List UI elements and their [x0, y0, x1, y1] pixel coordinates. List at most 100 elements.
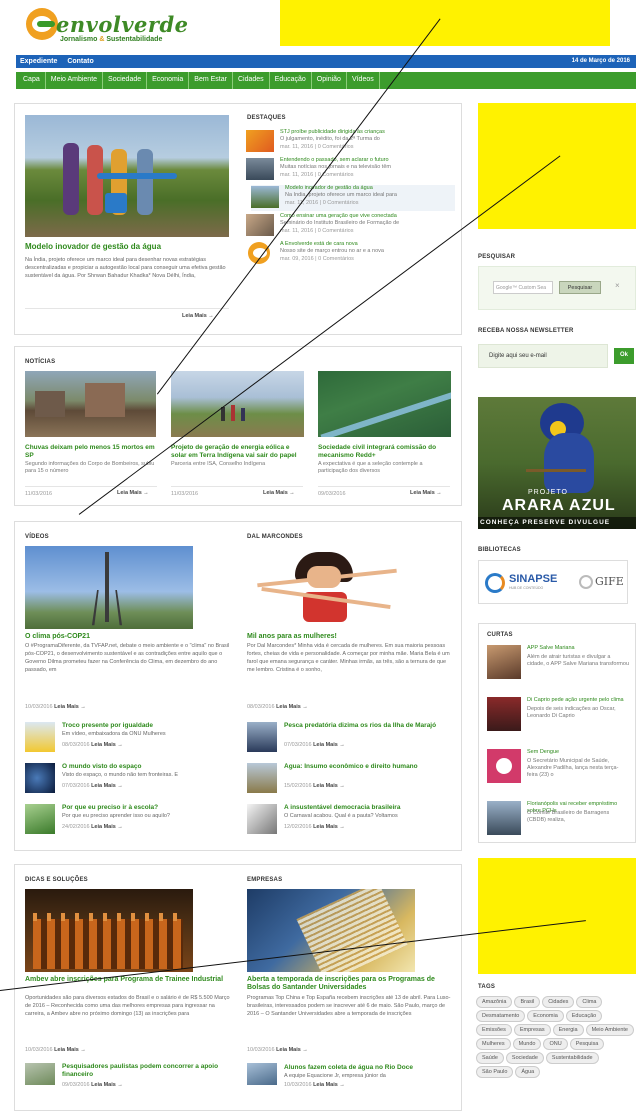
noticia-title[interactable]: Chuvas deixam pelo menos 15 mortos em SP	[25, 444, 157, 460]
empresas-main-image[interactable]	[247, 889, 415, 972]
tag-button[interactable]: Clima	[576, 996, 603, 1008]
tag-button[interactable]: Desmatamento	[476, 1010, 526, 1022]
noticia-read-more[interactable]: Leia Mais →	[410, 490, 442, 496]
videos-item-title[interactable]: Por que eu preciso ir à escola?	[62, 804, 234, 812]
curta-title[interactable]: APP Salve Mariana	[527, 645, 629, 652]
curta-thumb[interactable]	[487, 645, 521, 679]
tag-button[interactable]: Mundo	[512, 1038, 542, 1050]
curta-title[interactable]: Sem Dengue	[527, 749, 629, 756]
search-button[interactable]: Pesquisar	[559, 281, 601, 294]
destaque-thumb[interactable]	[246, 158, 274, 180]
tag-button[interactable]: Brasil	[514, 996, 541, 1008]
tag-button[interactable]: Água	[515, 1066, 541, 1078]
tag-button[interactable]: Energia	[552, 1024, 584, 1036]
empresas-main-date: 10/03/2016 Leia Mais →	[247, 1047, 308, 1053]
destaque-thumb[interactable]	[246, 130, 274, 152]
sidebar-ad-top[interactable]	[478, 103, 636, 229]
noticia-read-more[interactable]: Leia Mais →	[117, 490, 149, 496]
noticia-read-more[interactable]: Leia Mais →	[263, 490, 295, 496]
sinapse-logo[interactable]: SINAPSE	[509, 573, 557, 585]
destaque-thumb[interactable]	[251, 186, 279, 208]
nav-item-bem-estar[interactable]: Bem Estar	[189, 72, 233, 89]
dal-main-title[interactable]: Mil anos para as mulheres!	[247, 632, 337, 641]
videos-item-thumb[interactable]	[25, 763, 55, 793]
destaque-item[interactable]: Entendendo o passado, sem aclarar o futu…	[246, 157, 452, 183]
dal-item-title[interactable]: Água: Insumo econômico e direito humano	[284, 763, 456, 771]
noticia-image[interactable]	[318, 371, 451, 437]
dal-item-title[interactable]: Pesca predatória dizima os rios da Ilha …	[284, 722, 456, 730]
tag-button[interactable]: Cidades	[542, 996, 575, 1008]
empresas-main-title[interactable]: Aberta a temporada de inscrições para os…	[247, 976, 455, 992]
featured-read-more[interactable]: Leia Mais →	[182, 313, 214, 319]
site-logo[interactable]: envolverde Jornalismo & Sustentabilidade	[22, 6, 212, 48]
featured-image[interactable]	[25, 115, 229, 237]
destaque-title[interactable]: Como ensinar uma geração que vive conect…	[280, 213, 452, 220]
destaque-item[interactable]: Modelo inovador de gestão da água Na Índi…	[251, 185, 455, 211]
featured-title[interactable]: Modelo inovador de gestão da água	[25, 242, 235, 251]
dicas-item-thumb[interactable]	[25, 1063, 55, 1085]
videos-item-thumb[interactable]	[25, 722, 55, 752]
nav-item-educacao[interactable]: Educação	[270, 72, 312, 89]
destaque-title[interactable]: A Envolverde está de cara nova	[280, 241, 452, 248]
dicas-item-title[interactable]: Pesquisadores paulistas podem concorrer …	[62, 1063, 230, 1079]
search-input[interactable]: Google™ Custom Sea	[493, 281, 553, 294]
videos-item-title[interactable]: Troco presente por igualdade	[62, 722, 234, 730]
nav-item-videos[interactable]: Vídeos	[347, 72, 380, 89]
tag-button[interactable]: São Paulo	[476, 1066, 514, 1078]
nav-item-cidades[interactable]: Cidades	[233, 72, 270, 89]
tag-button[interactable]: Amazônia	[476, 996, 513, 1008]
nav-item-meio-ambiente[interactable]: Meio Ambiente	[46, 72, 104, 89]
tag-button[interactable]: Sociedade	[505, 1052, 544, 1064]
destaque-item[interactable]: A Envolverde está de cara nova Nosso site…	[246, 241, 452, 267]
empresas-item-title[interactable]: Alunos fazem coleta de água no Rio Doce	[284, 1063, 454, 1072]
dal-item-thumb[interactable]	[247, 763, 277, 793]
destaque-thumb[interactable]	[246, 214, 274, 236]
destaque-title[interactable]: STJ proíbe publicidade dirigida às crian…	[280, 129, 452, 136]
noticia-title[interactable]: Projeto de geração de energia eólica e s…	[171, 444, 303, 460]
newsletter-input[interactable]: Digite aqui seu e-mail	[478, 344, 608, 368]
topbar-link-expediente[interactable]: Expediente	[20, 58, 57, 65]
dicas-main-image[interactable]	[25, 889, 193, 972]
videos-item-title[interactable]: O mundo visto do espaço	[62, 763, 234, 771]
tag-button[interactable]: Economia	[527, 1010, 564, 1022]
tag-button[interactable]: Sustentabilidade	[545, 1052, 599, 1064]
newsletter-submit-button[interactable]: Ok	[614, 348, 634, 364]
destaque-title[interactable]: Entendendo o passado, sem aclarar o futu…	[280, 157, 452, 164]
tag-button[interactable]: Emissões	[476, 1024, 512, 1036]
gife-logo[interactable]: GIFE	[595, 575, 624, 588]
curta-thumb[interactable]	[487, 749, 521, 783]
nav-item-sociedade[interactable]: Sociedade	[103, 72, 148, 89]
video-main-title[interactable]: O clima pós-COP21	[25, 632, 90, 641]
search-clear-icon[interactable]: ×	[615, 281, 620, 290]
tag-button[interactable]: Saúde	[476, 1052, 504, 1064]
destaque-item[interactable]: STJ proíbe publicidade dirigida às crian…	[246, 129, 452, 155]
dal-item-thumb[interactable]	[247, 804, 277, 834]
tag-button[interactable]: Educação	[565, 1010, 603, 1022]
nav-item-opiniao[interactable]: Opinião	[312, 72, 347, 89]
tag-button[interactable]: Meio Ambiente	[585, 1024, 634, 1036]
tag-button[interactable]: Empresas	[513, 1024, 551, 1036]
curta-thumb[interactable]	[487, 697, 521, 731]
empresas-item-thumb[interactable]	[247, 1063, 277, 1085]
nav-item-economia[interactable]: Economia	[147, 72, 190, 89]
video-main-image[interactable]	[25, 546, 193, 629]
tag-button[interactable]: ONU	[543, 1038, 568, 1050]
dal-item-thumb[interactable]	[247, 722, 277, 752]
tag-button[interactable]: Mulheres	[476, 1038, 511, 1050]
noticia-image[interactable]	[171, 371, 304, 437]
sidebar-ad-bottom[interactable]	[478, 858, 636, 974]
curta-title[interactable]: Di Caprio pede ação urgente pelo clima	[527, 697, 629, 704]
sinapse-logo-icon[interactable]	[485, 573, 505, 593]
curta-thumb[interactable]	[487, 801, 521, 835]
dal-main-image[interactable]	[247, 546, 407, 628]
nav-item-capa[interactable]: Capa	[18, 72, 46, 89]
top-ad-banner[interactable]	[280, 0, 610, 46]
topbar-link-contato[interactable]: Contato	[67, 58, 93, 65]
noticia-image[interactable]	[25, 371, 156, 437]
tag-button[interactable]: Pesquisa	[569, 1038, 605, 1050]
dal-item-title[interactable]: A insustentável democracia brasileira	[284, 804, 456, 812]
gife-logo-icon[interactable]	[579, 575, 593, 589]
videos-item-thumb[interactable]	[25, 804, 55, 834]
arara-azul-banner[interactable]: PROJETO ARARA AZUL CONHEÇA PRESERVE DIVU…	[478, 397, 636, 529]
noticia-title[interactable]: Sociedade civil integrará comissão do me…	[318, 444, 450, 460]
